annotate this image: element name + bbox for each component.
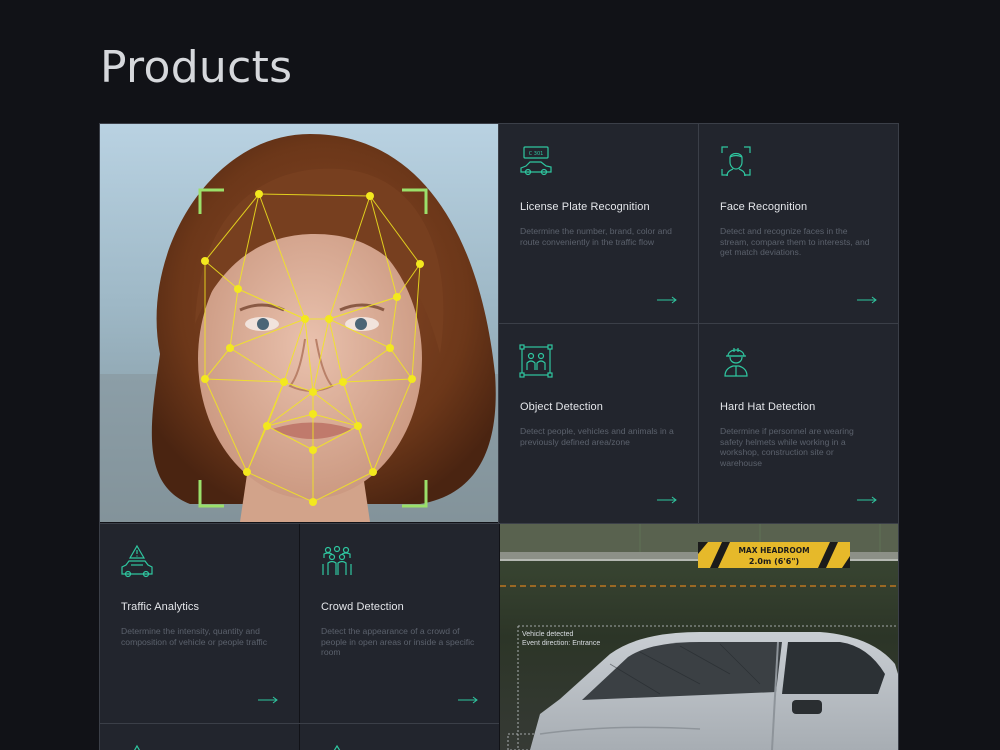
headroom-sign-line2: 2.0m (6'6")	[749, 557, 799, 566]
face-landmark-illustration	[100, 124, 498, 522]
product-card-traffic-analytics[interactable]: Traffic Analytics Determine the intensit…	[100, 524, 299, 723]
arrow-right-icon[interactable]	[857, 296, 877, 304]
car-license-plate-icon: C 301	[519, 144, 553, 178]
headroom-sign-line1: MAX HEADROOM	[738, 546, 809, 555]
product-card-description: Determine the number, brand, color and r…	[520, 226, 672, 247]
product-card-object-detection[interactable]: Object Detection Detect people, vehicles…	[499, 324, 698, 523]
traffic-warning-icon	[120, 544, 154, 578]
product-card-description: Detect and recognize faces in the stream…	[720, 226, 870, 258]
overlay-line-event-direction: Event direction: Entrance	[522, 640, 601, 647]
partial-product-icon	[120, 744, 154, 750]
product-card-license-plate-recognition[interactable]: C 301 License Plate Recognition Determin…	[499, 124, 698, 323]
svg-text:C 301: C 301	[529, 151, 544, 157]
grid-border-right	[898, 123, 899, 750]
product-card-title: Crowd Detection	[321, 601, 404, 613]
product-card-hard-hat-detection[interactable]: Hard Hat Detection Determine if personne…	[699, 324, 898, 523]
object-detection-icon	[519, 344, 553, 378]
product-card-title: Object Detection	[520, 401, 603, 413]
product-card-description: Determine the intensity, quantity and co…	[121, 626, 268, 647]
hard-hat-worker-icon	[719, 344, 753, 378]
arrow-right-icon[interactable]	[857, 496, 877, 504]
crowd-icon	[320, 544, 354, 578]
product-card-title: License Plate Recognition	[520, 201, 650, 213]
arrow-right-icon[interactable]	[657, 496, 677, 504]
arrow-right-icon[interactable]	[458, 696, 478, 704]
partial-product-icon	[320, 744, 354, 750]
arrow-right-icon[interactable]	[258, 696, 278, 704]
product-card-title: Face Recognition	[720, 201, 808, 213]
product-card-crowd-detection[interactable]: Crowd Detection Detect the appearance of…	[300, 524, 499, 723]
face-scan-icon	[719, 144, 753, 178]
page-title: Products	[100, 42, 293, 93]
product-card-title: Hard Hat Detection	[720, 401, 816, 413]
overlay-line-vehicle-detected: Vehicle detected	[522, 631, 574, 638]
vehicle-detection-photo: MAX HEADROOM 2.0m (6'6") Vehicle detecte…	[500, 524, 898, 750]
arrow-right-icon[interactable]	[657, 296, 677, 304]
product-card-partial[interactable]	[300, 724, 499, 750]
vehicle-detection-overlay: Vehicle detected Event direction: Entran…	[522, 630, 600, 648]
product-card-description: Detect the appearance of a crowd of peop…	[321, 626, 475, 658]
product-card-partial[interactable]	[100, 724, 299, 750]
product-card-description: Detect people, vehicles and animals in a…	[520, 426, 674, 447]
product-card-face-recognition[interactable]: Face Recognition Detect and recognize fa…	[699, 124, 898, 323]
product-card-description: Determine if personnel are wearing safet…	[720, 426, 854, 468]
face-recognition-photo	[100, 124, 498, 522]
product-card-title: Traffic Analytics	[121, 601, 200, 613]
